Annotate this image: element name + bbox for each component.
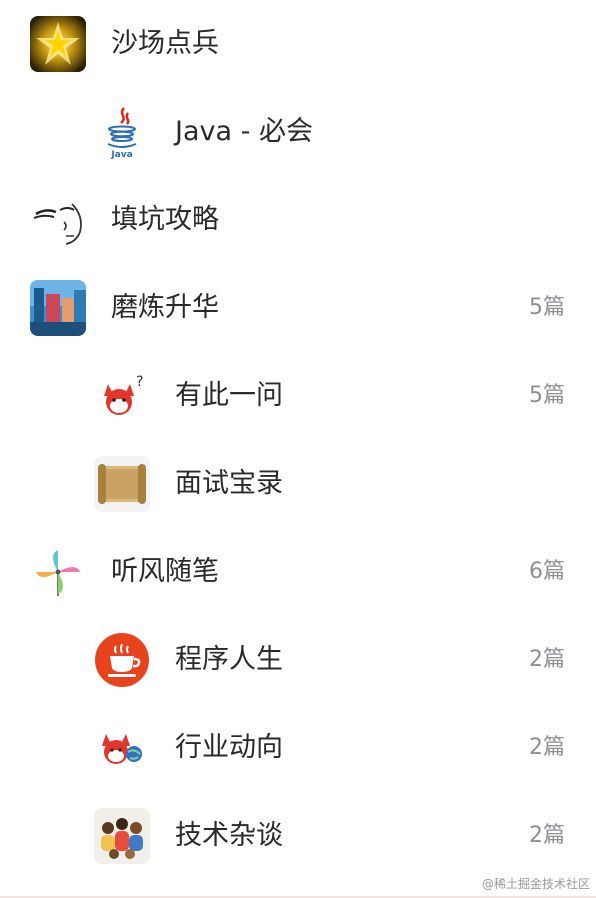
list-item-label: 程序人生 [175, 644, 283, 675]
list-item-tiankeng-gonglue[interactable]: 填坑攻略 [0, 176, 596, 264]
article-count: 2篇 [529, 735, 565, 760]
list-item-youci-yiwen[interactable]: ? 有此一问 5篇 [0, 352, 596, 440]
golden-star-icon [30, 16, 86, 72]
list-item-label: 磨炼升华 [111, 292, 219, 323]
list-item-molian-shenghua[interactable]: 磨炼升华 5篇 [0, 264, 596, 352]
watermark: @稀土掘金技术社区 [481, 877, 590, 891]
pinwheel-icon [30, 544, 86, 600]
list-item-label: 行业动向 [175, 732, 283, 763]
list-item-tingfeng-suibi[interactable]: 听风随笔 6篇 [0, 528, 596, 616]
article-count: 5篇 [529, 383, 565, 408]
group-people-icon [94, 808, 150, 864]
article-count: 6篇 [529, 559, 565, 584]
svg-text:?: ? [136, 374, 143, 390]
list-item-label: 听风随笔 [111, 556, 219, 587]
list-item-hangye-dongxiang[interactable]: 行业动向 2篇 [0, 704, 596, 792]
article-count: 2篇 [529, 823, 565, 848]
coffee-cup-icon [94, 632, 150, 688]
list-item-label: 沙场点兵 [111, 28, 219, 59]
list-item-label: 有此一问 [175, 380, 283, 411]
list-item-label: Java - 必会 [175, 116, 313, 147]
red-fox-globe-icon [94, 720, 150, 776]
sketch-face-icon [30, 192, 86, 248]
list-item-label: 技术杂谈 [175, 820, 283, 851]
landscape-photo-icon [30, 280, 86, 336]
article-count: 5篇 [529, 295, 565, 320]
list-item-jishu-zatan[interactable]: 技术杂谈 2篇 [0, 792, 596, 880]
list-item-java-bihui[interactable]: Java Java - 必会 [0, 88, 596, 176]
article-count: 2篇 [529, 647, 565, 672]
list-item-chengxu-rensheng[interactable]: 程序人生 2篇 [0, 616, 596, 704]
red-fox-question-icon: ? [94, 368, 150, 424]
svg-text:Java: Java [110, 150, 132, 160]
list-item-label: 填坑攻略 [111, 204, 219, 235]
java-logo-icon: Java [94, 104, 150, 160]
scroll-icon [94, 456, 150, 512]
category-list: 沙场点兵 Java Java - 必会 填坑攻略 磨炼升华 5篇 ? 有此一问 … [0, 0, 596, 880]
list-item-label: 面试宝录 [175, 468, 283, 499]
list-item-mianshi-baolu[interactable]: 面试宝录 [0, 440, 596, 528]
list-item-shachang-dianbing[interactable]: 沙场点兵 [0, 0, 596, 88]
